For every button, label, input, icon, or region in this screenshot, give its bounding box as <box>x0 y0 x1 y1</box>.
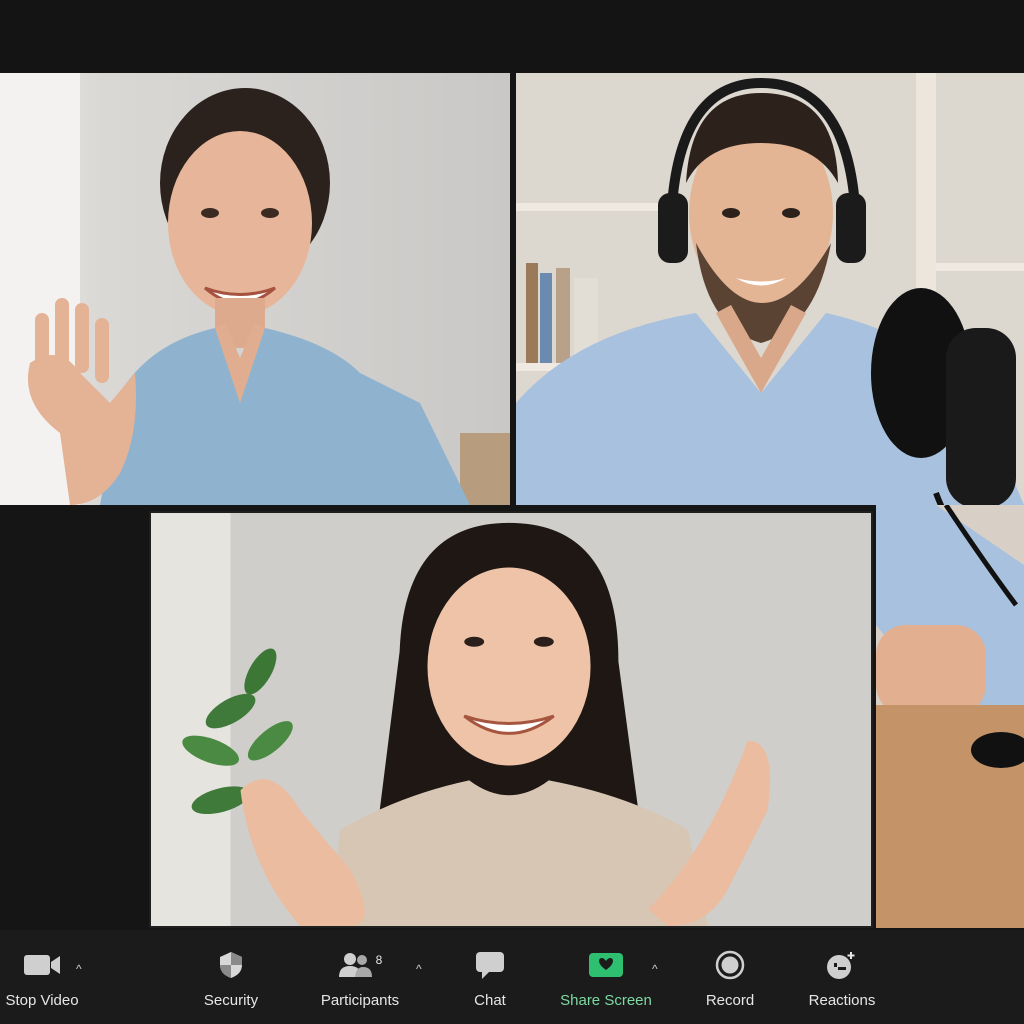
participants-button[interactable]: 8 Participants <box>312 948 408 1018</box>
participants-options-caret[interactable]: ^ <box>416 962 422 976</box>
shield-icon <box>217 948 245 982</box>
people-icon: 8 <box>338 948 383 982</box>
chat-bubble-icon <box>474 948 506 982</box>
participants-count: 8 <box>375 953 383 967</box>
participants-label: Participants <box>320 992 400 1009</box>
reactions-label: Reactions <box>808 992 876 1009</box>
participant-tile-top-left[interactable] <box>0 73 510 505</box>
security-label: Security <box>203 992 259 1009</box>
participant-video-bottom-center <box>151 513 871 926</box>
share-options-caret[interactable]: ^ <box>652 962 658 976</box>
record-button[interactable]: Record <box>700 948 760 1018</box>
participant-video-top-left <box>0 73 510 505</box>
participant-tile-bottom-center[interactable] <box>149 511 873 928</box>
reactions-button[interactable]: Reactions <box>802 948 882 1018</box>
chat-label: Chat <box>474 992 506 1009</box>
share-screen-button[interactable]: Share Screen <box>552 948 660 1018</box>
stop-video-label: Stop Video <box>5 992 79 1009</box>
record-label: Record <box>705 992 755 1009</box>
reactions-icon <box>826 948 858 982</box>
participant-tile-top-right[interactable] <box>516 73 1024 505</box>
video-options-caret[interactable]: ^ <box>76 962 82 976</box>
participant-video-top-right <box>516 73 1024 505</box>
share-screen-label: Share Screen <box>560 992 652 1009</box>
share-screen-icon <box>588 948 624 982</box>
participant-tile-top-right-extension <box>876 505 1024 928</box>
security-button[interactable]: Security <box>196 948 266 1018</box>
meeting-window: Stop Video ^ Security 8 Participants ^ C… <box>0 0 1024 1024</box>
desk-area <box>876 505 1024 928</box>
meeting-toolbar: Stop Video ^ Security 8 Participants ^ C… <box>0 930 1024 1024</box>
stop-video-button[interactable]: Stop Video <box>0 948 84 1018</box>
chat-button[interactable]: Chat <box>466 948 514 1018</box>
top-bar <box>0 0 1024 72</box>
video-camera-icon <box>22 948 62 982</box>
record-icon <box>715 948 745 982</box>
